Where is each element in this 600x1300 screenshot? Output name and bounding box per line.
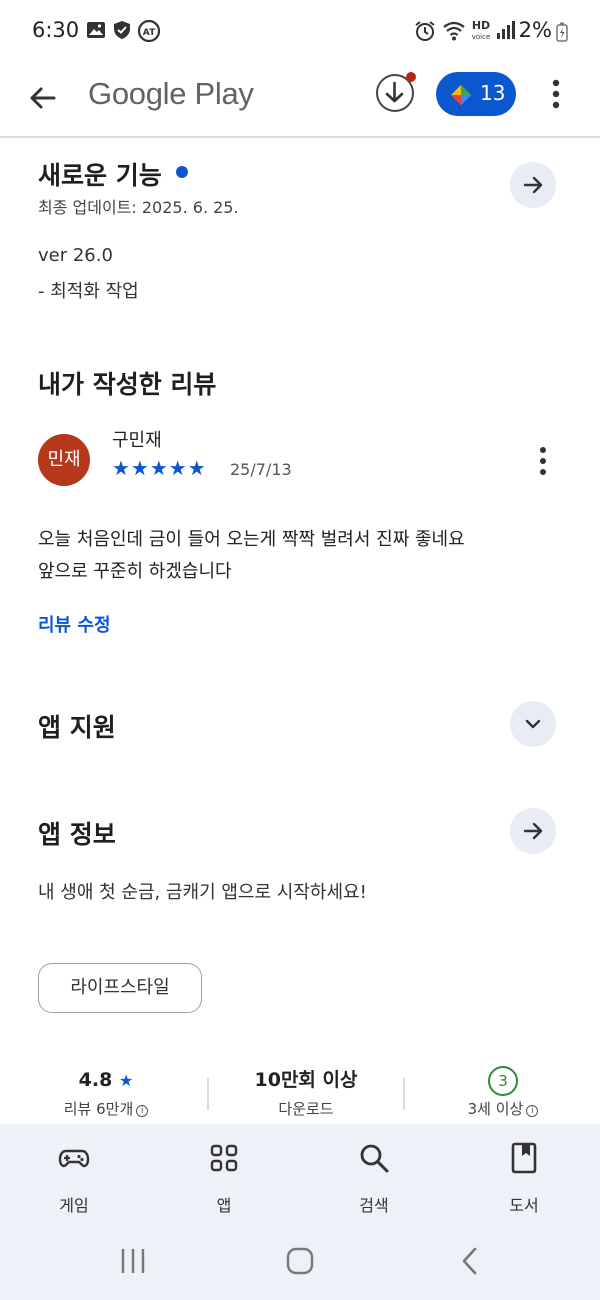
play-points-count: 13 xyxy=(480,81,506,105)
home-button[interactable] xyxy=(285,1246,315,1280)
bottom-nav: 게임 앱 검색 도서 xyxy=(0,1124,600,1224)
play-points-icon xyxy=(450,84,472,110)
info-icon[interactable]: i xyxy=(136,1105,149,1117)
category-chip[interactable]: 라이프스타일 xyxy=(38,963,202,1013)
app-info-arrow-button[interactable] xyxy=(510,808,556,854)
battery-level: 2% xyxy=(518,18,552,42)
nav-label-apps: 앱 xyxy=(216,1196,232,1215)
recents-icon xyxy=(121,1249,145,1273)
app-bar: Google Play 13 xyxy=(0,64,600,138)
gamepad-icon xyxy=(58,1149,90,1168)
signal-icon xyxy=(496,20,516,44)
back-arrow-icon xyxy=(30,87,56,109)
rating-label: 리뷰 6만개 xyxy=(63,1100,134,1118)
review-body-line: 앞으로 꾸준히 하겠습니다 xyxy=(38,561,232,582)
avatar: 민재 xyxy=(38,434,90,486)
new-indicator-dot xyxy=(176,166,188,178)
age-label: 3세 이상 xyxy=(467,1100,524,1118)
app-bar-title: Google Play xyxy=(88,76,254,111)
rating-value: 4.8 xyxy=(78,1069,113,1091)
review-body-line: 오늘 처음인데 금이 들어 오는게 짝짝 벌려서 진짜 좋네요 xyxy=(38,529,465,550)
age-rating-badge: 3 xyxy=(488,1066,518,1096)
nav-label-games: 게임 xyxy=(59,1196,89,1215)
review-date: 25/7/13 xyxy=(230,460,292,479)
app-support-title[interactable]: 앱 지원 xyxy=(38,708,116,744)
nav-item-games[interactable]: 게임 xyxy=(14,1124,134,1224)
nav-label-search: 검색 xyxy=(359,1196,389,1215)
system-nav-bar xyxy=(0,1224,600,1300)
star-icon: ★ xyxy=(118,1071,134,1090)
svg-text:AT: AT xyxy=(143,28,156,38)
svg-text:voice: voice xyxy=(472,33,491,41)
wifi-icon xyxy=(442,20,466,46)
app-description: 내 생애 첫 순금, 금캐기 앱으로 시작하세요! xyxy=(38,882,367,903)
more-vert-icon xyxy=(540,447,546,475)
stat-divider xyxy=(207,1078,209,1110)
downloads-label: 다운로드 xyxy=(278,1100,334,1118)
svg-text:HD: HD xyxy=(472,19,490,32)
system-back-button[interactable] xyxy=(455,1246,485,1280)
nav-label-books: 도서 xyxy=(509,1196,539,1215)
battery-icon xyxy=(556,22,568,46)
nav-item-apps[interactable]: 앱 xyxy=(164,1124,284,1224)
release-note: - 최적화 작업 xyxy=(38,281,139,302)
chevron-left-icon xyxy=(462,1247,477,1275)
rating-label-row: 리뷰 6만개 i xyxy=(16,1098,196,1119)
downloads-button[interactable] xyxy=(376,72,416,112)
more-vert-icon xyxy=(552,79,560,109)
app-info-title: 앱 정보 xyxy=(38,820,116,849)
book-icon xyxy=(511,1142,537,1174)
whats-new-title: 새로운 기능 xyxy=(38,161,162,190)
arrow-right-icon xyxy=(523,822,543,840)
last-updated: 최종 업데이트: 2025. 6. 25. xyxy=(38,198,239,217)
app-badge-icon: AT xyxy=(137,19,161,46)
stat-divider xyxy=(403,1078,405,1110)
alarm-icon xyxy=(414,20,436,46)
shield-icon xyxy=(112,20,132,44)
hd-voice-icon: HD voice xyxy=(470,18,492,46)
app-support-expand-button[interactable] xyxy=(510,701,556,747)
nav-item-search[interactable]: 검색 xyxy=(314,1124,434,1224)
review-more-button[interactable] xyxy=(530,444,556,478)
status-bar: 6:30 AT HD voice 2% xyxy=(0,0,600,64)
downloads-stat: 10만회 이상 다운로드 xyxy=(216,1066,396,1119)
version-text: ver 26.0 xyxy=(38,245,113,266)
download-arrow-icon xyxy=(385,81,404,103)
review-body: 오늘 처음인데 금이 들어 오는게 짝짝 벌려서 진짜 좋네요 앞으로 꾸준히 … xyxy=(38,524,568,588)
age-label-row: 3세 이상 i xyxy=(413,1098,593,1119)
more-options-button[interactable] xyxy=(540,76,572,112)
downloads-value: 10만회 이상 xyxy=(254,1069,358,1091)
play-points-button[interactable]: 13 xyxy=(436,72,516,116)
rating-value-row: 4.8 ★ xyxy=(16,1066,196,1094)
age-stat: 3 3세 이상 i xyxy=(413,1066,593,1119)
recents-button[interactable] xyxy=(118,1246,148,1280)
age-badge-row: 3 xyxy=(413,1066,593,1096)
my-review-title: 내가 작성한 리뷰 xyxy=(38,370,217,399)
back-button[interactable] xyxy=(24,78,64,118)
edit-review-link[interactable]: 리뷰 수정 xyxy=(38,611,111,637)
status-time: 6:30 xyxy=(32,18,80,42)
star-rating: ★★★★★ xyxy=(112,456,207,480)
home-icon xyxy=(286,1247,314,1275)
search-icon xyxy=(360,1144,389,1173)
whats-new-arrow-button[interactable] xyxy=(510,162,556,208)
apps-grid-icon xyxy=(210,1144,238,1172)
gallery-icon xyxy=(86,20,106,44)
reviewer-name: 구민재 xyxy=(112,430,162,451)
nav-item-books[interactable]: 도서 xyxy=(464,1124,584,1224)
info-icon[interactable]: i xyxy=(526,1105,539,1117)
chevron-down-icon xyxy=(525,719,541,729)
arrow-right-icon xyxy=(523,176,543,194)
rating-stat: 4.8 ★ 리뷰 6만개 i xyxy=(16,1066,196,1119)
notification-dot xyxy=(406,72,416,82)
